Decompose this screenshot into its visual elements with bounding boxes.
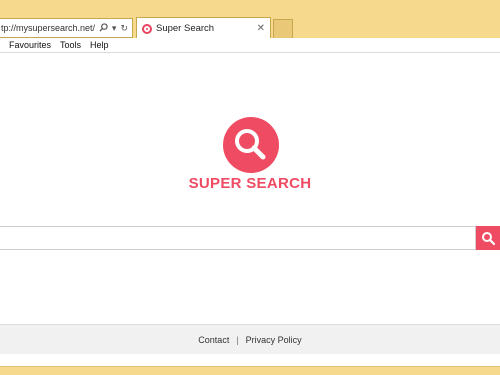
brand-name: SUPER SEARCH — [188, 175, 312, 192]
tab-title: Super Search — [156, 23, 215, 34]
menu-help[interactable]: Help — [90, 40, 109, 50]
search-input[interactable] — [0, 226, 476, 250]
search-icon[interactable] — [99, 22, 108, 34]
menu-bar: Favourites Tools Help — [0, 38, 500, 53]
address-controls: ▾ ↻ — [99, 23, 132, 34]
privacy-policy-link[interactable]: Privacy Policy — [246, 335, 302, 345]
footer-separator: | — [236, 334, 239, 345]
address-bar[interactable]: tp://mysupersearch.net/ ▾ ↻ — [0, 18, 133, 38]
magnifier-logo-icon — [235, 129, 266, 160]
contact-link[interactable]: Contact — [198, 335, 229, 345]
close-icon[interactable]: ✕ — [257, 23, 265, 34]
taskbar — [0, 366, 500, 375]
new-tab-button[interactable] — [273, 19, 293, 38]
search-icon — [482, 232, 495, 245]
search-button[interactable] — [476, 226, 500, 250]
logo — [223, 117, 279, 173]
footer: Contact | Privacy Policy — [0, 324, 500, 354]
menu-favourites[interactable]: Favourites — [9, 40, 51, 50]
menu-tools[interactable]: Tools — [60, 40, 81, 50]
super-search-favicon — [142, 23, 152, 34]
dropdown-icon[interactable]: ▾ — [112, 23, 117, 34]
tab-super-search[interactable]: Super Search ✕ — [136, 17, 271, 39]
address-url[interactable]: tp://mysupersearch.net/ — [0, 23, 95, 33]
refresh-icon[interactable]: ↻ — [120, 23, 128, 34]
